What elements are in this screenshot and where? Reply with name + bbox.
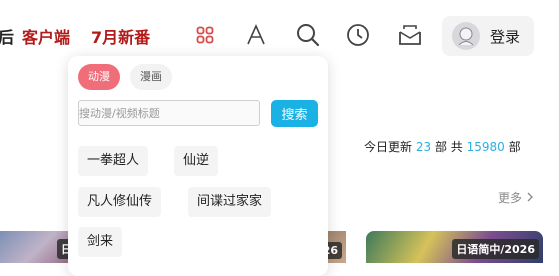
suggestion-chip[interactable]: 凡人修仙传 [78, 187, 162, 217]
suggestion-chip[interactable]: 仙逆 [174, 146, 219, 176]
inbox-icon[interactable] [397, 22, 423, 48]
tab-anime[interactable]: 动漫 [78, 64, 120, 90]
search-button[interactable]: 搜索 [271, 100, 318, 127]
login-button[interactable]: 登录 [442, 16, 534, 56]
font-icon[interactable] [243, 22, 269, 48]
search-icon[interactable] [295, 22, 321, 48]
more-link[interactable]: 更多 [498, 189, 534, 206]
history-icon[interactable] [345, 22, 371, 48]
total-count: 15980 [466, 140, 505, 154]
suggestion-chip[interactable]: 间谍过家家 [188, 187, 272, 217]
total-label: 共 [450, 140, 463, 154]
unit-label: 部 [434, 140, 447, 154]
today-update-label: 今日更新 [364, 140, 413, 154]
suggestion-chip[interactable]: 一拳超人 [78, 146, 149, 176]
nav-link-client[interactable]: 客户端 [22, 24, 70, 48]
login-label: 登录 [490, 27, 521, 46]
suggestion-chip[interactable]: 剑来 [78, 227, 123, 257]
unit-label: 部 [508, 140, 521, 154]
avatar [452, 22, 480, 50]
video-thumbnail[interactable]: 日语简中/2026 [366, 231, 543, 263]
search-dropdown: 动漫 漫画 搜索 一拳超人 仙逆 凡人修仙传 间谍过家家 剑来 [68, 56, 328, 276]
thumbnail-badge: 日语简中/2026 [452, 239, 539, 259]
search-input[interactable] [78, 100, 260, 126]
nav-link-july-new-anime[interactable]: 7月新番 [91, 24, 150, 48]
chevron-right-icon [526, 191, 534, 205]
update-stats: 今日更新 23 部 共 15980 部 [364, 138, 521, 155]
today-update-count: 23 [415, 140, 432, 154]
more-label: 更多 [498, 191, 523, 205]
nav-item-partial[interactable]: 后 [0, 24, 14, 48]
tab-manga[interactable]: 漫画 [130, 64, 172, 90]
grid-icon[interactable] [192, 22, 218, 48]
